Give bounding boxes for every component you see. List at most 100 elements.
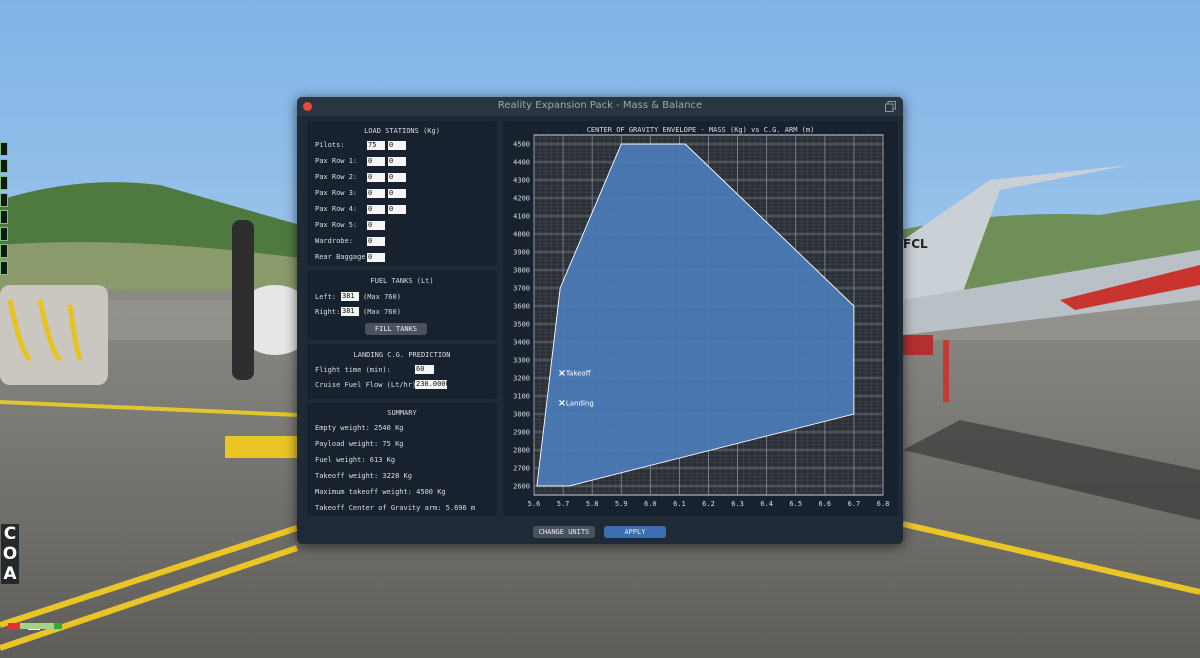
pax-row-5-input[interactable]: 0 <box>367 221 385 230</box>
fuel-tanks-title: FUEL TANKS (Lt) <box>370 277 434 285</box>
y-tick-label: 2800 <box>513 447 530 455</box>
popout-icon[interactable] <box>885 101 896 112</box>
hud-letter-a[interactable]: A <box>1 564 19 584</box>
load-stations-panel: LOAD STATIONS (Kg) Pilots: 75 0 Pax Row … <box>307 121 497 266</box>
svg-text:FCL: FCL <box>903 237 928 251</box>
y-tick-label: 3400 <box>513 339 530 347</box>
y-tick-label: 3700 <box>513 285 530 293</box>
point-landing-label: Landing <box>566 399 594 407</box>
summary-takeoff-weight: Takeoff weight: 3228 Kg <box>315 472 412 480</box>
hud-indicator <box>0 261 8 275</box>
x-tick-label: 5.6 <box>528 500 541 508</box>
station-label-wardrobe: Wardrobe: <box>315 237 353 245</box>
y-tick-label: 4100 <box>513 213 530 221</box>
pax-row-2-right-input[interactable]: 0 <box>388 173 406 182</box>
flight-time-input[interactable]: 60 <box>415 365 434 374</box>
station-label-pilots: Pilots: <box>315 141 345 149</box>
station-label-pax-row-3: Pax Row 3: <box>315 189 358 197</box>
x-tick-label: 6.2 <box>702 500 715 508</box>
x-tick-label: 6.6 <box>819 500 832 508</box>
pax-row-2-left-input[interactable]: 0 <box>367 173 385 182</box>
y-tick-label: 3100 <box>513 393 530 401</box>
hud-indicator <box>0 142 8 156</box>
hud-cola-buttons[interactable]: C O A <box>1 524 19 584</box>
summary-payload-weight: Payload weight: 75 Kg <box>315 440 404 448</box>
x-tick-label: 5.7 <box>557 500 570 508</box>
y-tick-label: 3800 <box>513 267 530 275</box>
left-tank-input[interactable]: 381 <box>341 292 359 301</box>
y-tick-label: 3000 <box>513 411 530 419</box>
summary-fuel-weight: Fuel weight: 613 Kg <box>315 456 396 464</box>
station-label-pax-row-2: Pax Row 2: <box>315 173 358 181</box>
pax-row-4-right-input[interactable]: 0 <box>388 205 406 214</box>
y-tick-label: 3200 <box>513 375 530 383</box>
point-takeoff-label: Takeoff <box>565 369 591 377</box>
pax-row-1-right-input[interactable]: 0 <box>388 157 406 166</box>
y-tick-label: 4500 <box>513 141 530 149</box>
station-label-pax-row-4: Pax Row 4: <box>315 205 358 213</box>
right-tank-label: Right: <box>315 308 341 316</box>
x-tick-label: 6.0 <box>644 500 657 508</box>
pilots-left-input[interactable]: 75 <box>367 141 385 150</box>
hud-indicator <box>0 227 8 241</box>
y-tick-label: 3900 <box>513 249 530 257</box>
left-tank-max: (Max 760) <box>363 293 401 301</box>
landing-prediction-title: LANDING C.G. PREDICTION <box>353 351 451 359</box>
cg-envelope-chart-panel: CENTER OF GRAVITY ENVELOPE - MASS (Kg) v… <box>503 121 898 516</box>
y-tick-label: 3600 <box>513 303 530 311</box>
load-stations-title: LOAD STATIONS (Kg) <box>364 127 440 135</box>
fuel-tanks-panel: FUEL TANKS (Lt) Left: 381 (Max 760) Righ… <box>307 270 497 340</box>
pax-row-3-right-input[interactable]: 0 <box>388 189 406 198</box>
station-label-pax-row-1: Pax Row 1: <box>315 157 358 165</box>
left-tank-label: Left: <box>315 293 337 301</box>
summary-empty-weight: Empty weight: 2540 Kg <box>315 424 404 432</box>
hud-indicator <box>0 159 8 173</box>
x-tick-label: 6.3 <box>731 500 744 508</box>
hud-indicator <box>0 210 8 224</box>
station-label-rear-baggage: Rear Baggage: <box>315 253 370 261</box>
right-tank-input[interactable]: 381 <box>341 307 359 316</box>
right-tank-max: (Max 760) <box>363 308 401 316</box>
rear-baggage-input[interactable]: 0 <box>367 253 385 262</box>
y-tick-label: 4000 <box>513 231 530 239</box>
summary-takeoff-cg-arm: Takeoff Center of Gravity arm: 5.696 m <box>315 504 476 512</box>
summary-panel: SUMMARY Empty weight: 2540 Kg Payload we… <box>307 403 497 516</box>
station-label-pax-row-5: Pax Row 5: <box>315 221 358 229</box>
window-title: Reality Expansion Pack - Mass & Balance <box>497 100 703 111</box>
y-tick-label: 2900 <box>513 429 530 437</box>
pax-row-1-left-input[interactable]: 0 <box>367 157 385 166</box>
y-tick-label: 4400 <box>513 159 530 167</box>
cg-envelope-chart: 5.6 5.7 5.8 5.9 6.0 6.1 6.2 6.3 6.4 6.5 6.6 6.7 6.8 2… <box>513 134 889 508</box>
fill-tanks-button[interactable]: FILL TANKS <box>365 323 427 335</box>
mass-balance-window: Reality Expansion Pack - Mass & Balance … <box>297 97 903 544</box>
y-tick-label: 4200 <box>513 195 530 203</box>
summary-max-takeoff-weight: Maximum takeoff weight: 4500 Kg <box>315 488 446 496</box>
x-tick-label: 6.5 <box>789 500 802 508</box>
x-tick-label: 6.1 <box>673 500 686 508</box>
flight-time-label: Flight time (min): <box>315 366 391 374</box>
apply-button[interactable]: APPLY <box>604 526 666 538</box>
pax-row-4-left-input[interactable]: 0 <box>367 205 385 214</box>
change-units-button[interactable]: CHANGE UNITS <box>533 526 595 538</box>
summary-title: SUMMARY <box>387 409 417 417</box>
hud-letter-c[interactable]: C <box>1 524 19 544</box>
title-bar[interactable]: Reality Expansion Pack - Mass & Balance <box>297 97 903 116</box>
fuel-gauge <box>8 623 62 630</box>
hud-indicator <box>0 193 8 207</box>
y-tick-label: 2600 <box>513 483 530 491</box>
y-tick-label: 4300 <box>513 177 530 185</box>
wardrobe-input[interactable]: 0 <box>367 237 385 246</box>
pilots-right-input[interactable]: 0 <box>388 141 406 150</box>
cruise-fuel-flow-input[interactable]: 230.0000 <box>415 380 447 389</box>
x-tick-label: 6.4 <box>760 500 773 508</box>
pax-row-3-left-input[interactable]: 0 <box>367 189 385 198</box>
y-tick-label: 3300 <box>513 357 530 365</box>
hud-letter-o[interactable]: O <box>1 544 19 564</box>
y-tick-label: 3500 <box>513 321 530 329</box>
x-tick-label: 5.8 <box>586 500 599 508</box>
x-tick-label: 6.7 <box>848 500 861 508</box>
hud-indicator <box>0 176 8 190</box>
y-tick-label: 2700 <box>513 465 530 473</box>
cruise-fuel-flow-label: Cruise Fuel Flow (Lt/hr): <box>315 381 421 389</box>
x-tick-label: 5.9 <box>615 500 628 508</box>
